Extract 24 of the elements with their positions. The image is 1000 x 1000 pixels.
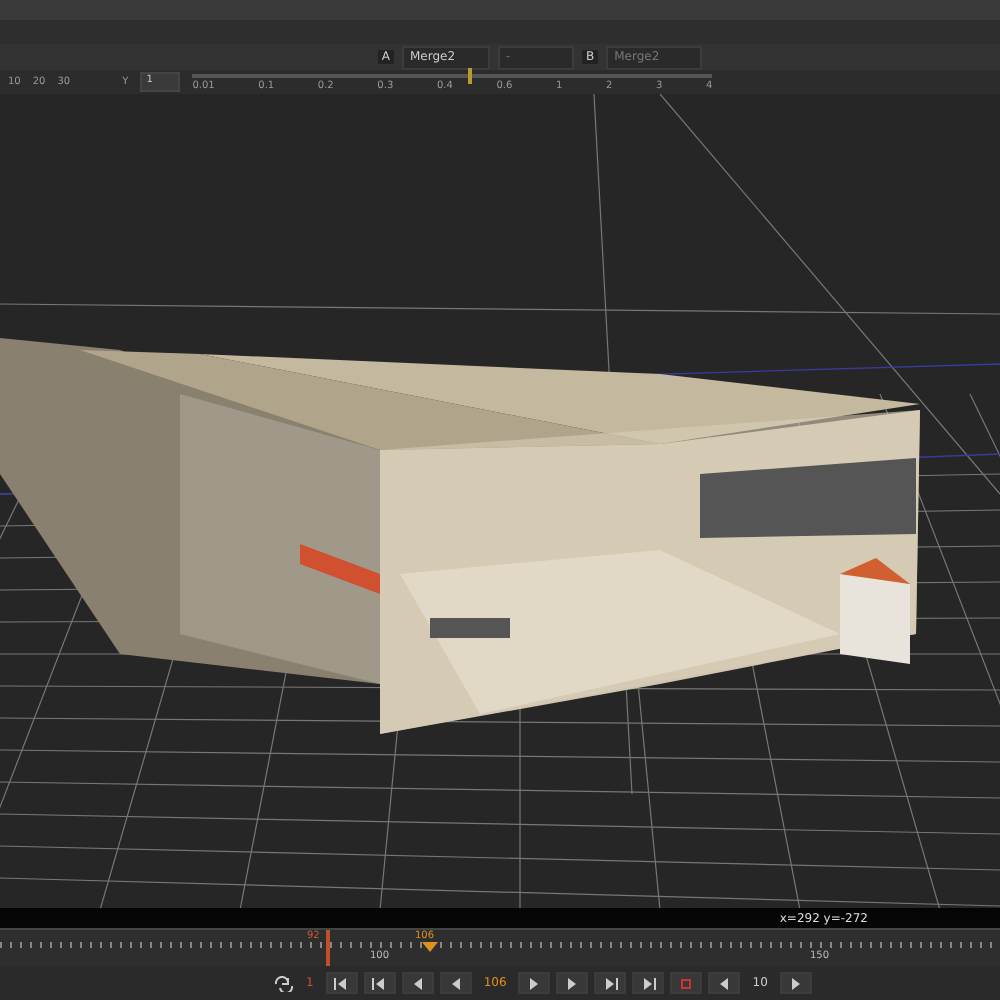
play-backward-button[interactable]	[439, 972, 472, 994]
stop-icon	[678, 977, 695, 989]
first-frame-icon	[333, 977, 350, 989]
step-forward-increment-icon	[787, 977, 804, 989]
slider-thumb[interactable]	[467, 67, 472, 83]
step-back-button[interactable]	[401, 972, 434, 994]
next-keyframe-icon	[602, 977, 619, 989]
step-forward-button[interactable]	[556, 972, 589, 994]
step-forward-increment-button[interactable]	[779, 972, 812, 994]
play-forward-icon	[526, 977, 543, 989]
loop-icon[interactable]	[274, 975, 294, 991]
play-backward-icon	[447, 977, 464, 989]
previous-keyframe-button[interactable]	[363, 972, 396, 994]
last-frame-icon	[640, 977, 657, 989]
previous-keyframe-icon	[371, 977, 388, 989]
next-keyframe-button[interactable]	[594, 972, 627, 994]
step-back-increment-icon	[716, 977, 733, 989]
last-frame-button[interactable]	[632, 972, 665, 994]
step-forward-icon	[564, 977, 581, 989]
first-frame-button[interactable]	[325, 972, 358, 994]
step-back-increment-button[interactable]	[708, 972, 741, 994]
play-forward-button[interactable]	[518, 972, 551, 994]
step-back-icon	[409, 977, 426, 989]
out-point-marker[interactable]	[422, 942, 438, 952]
